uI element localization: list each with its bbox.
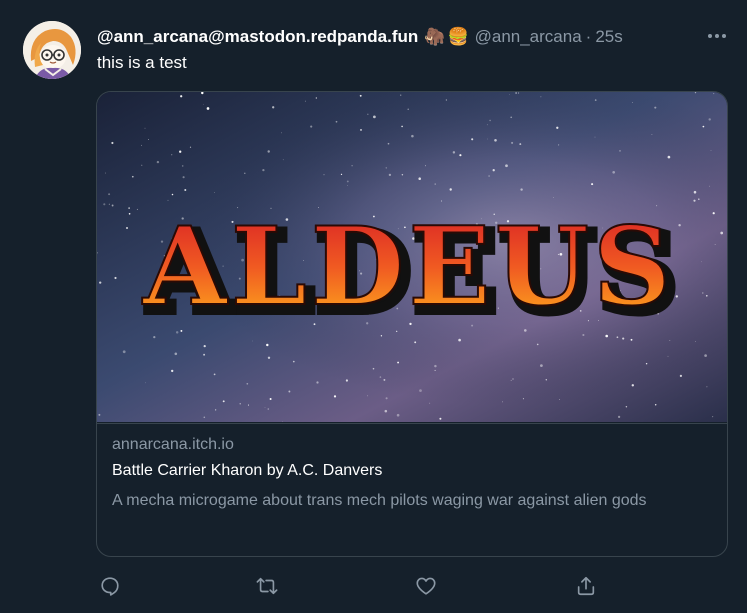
burger-emoji: 🍔 <box>447 27 469 46</box>
retweet-button[interactable] <box>253 572 281 600</box>
tweet-text: this is a test <box>97 53 187 72</box>
tweet: @ann_arcana@mastodon.redpanda.fun 🦣 🍔 @a… <box>0 0 747 613</box>
card-title: Battle Carrier Kharon by A.C. Danvers <box>112 462 383 479</box>
card-description: A mecha microgame about trans mech pilot… <box>112 492 647 509</box>
timestamp[interactable]: 25s <box>595 27 622 47</box>
share-button[interactable] <box>572 572 600 600</box>
name-emoji: 🦣 🍔 <box>424 27 468 47</box>
action-bar <box>96 572 616 600</box>
link-card[interactable]: ALDEUS ALDEUS annarcana.itch.io Battle C… <box>96 91 728 557</box>
reply-icon <box>101 577 119 596</box>
galaxy-logo-image: ALDEUS ALDEUS <box>97 92 727 422</box>
share-icon <box>577 576 595 596</box>
separator-dot: · <box>585 27 592 46</box>
reply-button[interactable] <box>96 572 124 600</box>
card-domain: annarcana.itch.io <box>112 436 234 453</box>
retweet-icon <box>256 577 278 595</box>
card-meta: annarcana.itch.io Battle Carrier Kharon … <box>97 423 727 509</box>
heart-icon <box>416 577 436 595</box>
handle[interactable]: @ann_arcana <box>475 27 582 47</box>
avatar[interactable] <box>23 21 81 79</box>
card-image: ALDEUS ALDEUS <box>97 92 727 422</box>
like-button[interactable] <box>412 572 440 600</box>
tweet-header: @ann_arcana@mastodon.redpanda.fun 🦣 🍔 @a… <box>97 24 623 50</box>
logo-text: ALDEUS <box>142 204 675 330</box>
more-icon[interactable] <box>706 26 728 46</box>
mammoth-emoji: 🦣 <box>424 27 446 46</box>
display-name[interactable]: @ann_arcana@mastodon.redpanda.fun <box>97 27 418 47</box>
avatar-image <box>23 21 81 79</box>
